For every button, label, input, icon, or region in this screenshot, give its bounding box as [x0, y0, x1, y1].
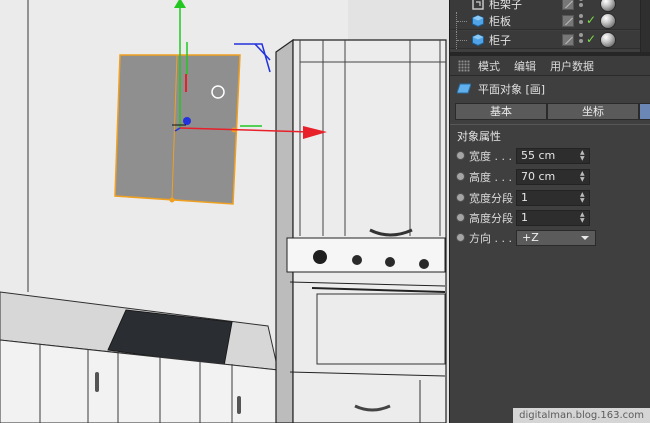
animate-radio[interactable] [456, 213, 465, 222]
display-tag-icon[interactable] [562, 0, 574, 10]
attributes-panel: 柜架子 柜板 ✓ 柜子 ✓ 模式 编辑 用户数据 平面对象 [画] 基本 坐标 … [449, 0, 650, 423]
prop-height: 高度 . . . 70 cm ▲ ▼ [450, 167, 650, 187]
tab-object[interactable] [639, 103, 650, 120]
material-tag-icon[interactable] [600, 13, 616, 29]
tab-basic[interactable]: 基本 [455, 103, 547, 120]
object-name: 柜子 [489, 34, 511, 47]
watermark: digitalman.blog.163.com [513, 408, 650, 423]
prop-width: 宽度 . . . 55 cm ▲ ▼ [450, 146, 650, 166]
height-segments-value: 1 [521, 211, 528, 224]
height-field[interactable]: 70 cm ▲ ▼ [516, 169, 590, 185]
animate-radio[interactable] [456, 233, 465, 242]
object-header: 平面对象 [画] [450, 78, 650, 100]
viewport-scene[interactable] [0, 0, 449, 423]
prop-label: 宽度分段 [469, 192, 513, 205]
3d-viewport[interactable] [0, 0, 449, 423]
spinner-icon[interactable]: ▲ ▼ [580, 150, 586, 162]
height-value: 70 cm [521, 170, 556, 183]
section-title: 对象属性 [457, 130, 501, 143]
display-tag-icon[interactable] [562, 15, 574, 27]
object-manager-scrollbar[interactable] [640, 0, 650, 52]
spinner-icon[interactable]: ▲ ▼ [580, 192, 586, 204]
chevron-down-icon [581, 236, 589, 240]
spinner-icon[interactable]: ▲ ▼ [580, 171, 586, 183]
object-name: 柜架子 [489, 0, 522, 11]
cube-icon [472, 33, 484, 47]
prop-direction: 方向 . . . +Z [450, 228, 650, 248]
plane-object-icon [456, 83, 472, 94]
object-row-guiban[interactable]: 柜板 ✓ [450, 12, 650, 30]
grip-icon[interactable] [458, 60, 470, 72]
animate-radio[interactable] [456, 172, 465, 181]
object-icon [472, 0, 484, 10]
tree-line [456, 31, 468, 49]
object-title: 平面对象 [画] [478, 83, 546, 96]
attribute-tabs: 基本 坐标 [455, 103, 650, 120]
object-row-guizi[interactable]: 柜子 ✓ [450, 31, 650, 49]
animate-radio[interactable] [456, 151, 465, 160]
menu-item-mode[interactable]: 模式 [478, 58, 500, 74]
spinner-icon[interactable]: ▲ ▼ [580, 212, 586, 224]
prop-label: 方向 . . . [469, 232, 512, 245]
direction-value: +Z [522, 231, 539, 244]
prop-label: 高度分段 [469, 212, 513, 225]
visibility-dots-icon[interactable] [579, 33, 583, 47]
cube-icon [472, 14, 484, 28]
visibility-dots-icon[interactable] [579, 14, 583, 28]
section-object-properties: 对象属性 [450, 124, 650, 144]
menu-item-user-data[interactable]: 用户数据 [550, 58, 594, 74]
animate-radio[interactable] [456, 193, 465, 202]
object-name: 柜板 [489, 15, 511, 28]
tab-coord[interactable]: 坐标 [547, 103, 639, 120]
width-field[interactable]: 55 cm ▲ ▼ [516, 148, 590, 164]
display-tag-icon[interactable] [562, 34, 574, 46]
tree-line [456, 12, 468, 30]
prop-height-segments: 高度分段 1 ▲ ▼ [450, 208, 650, 228]
width-segments-field[interactable]: 1 ▲ ▼ [516, 190, 590, 206]
prop-label: 高度 . . . [469, 171, 512, 184]
menu-item-edit[interactable]: 编辑 [514, 58, 536, 74]
material-tag-icon[interactable] [600, 0, 616, 12]
height-segments-field[interactable]: 1 ▲ ▼ [516, 210, 590, 226]
check-icon[interactable]: ✓ [586, 32, 598, 46]
material-tag-icon[interactable] [600, 32, 616, 48]
width-segments-value: 1 [521, 191, 528, 204]
direction-dropdown[interactable]: +Z [516, 230, 596, 246]
check-icon[interactable]: ✓ [586, 13, 598, 27]
visibility-dots-icon[interactable] [579, 0, 583, 11]
prop-width-segments: 宽度分段 1 ▲ ▼ [450, 188, 650, 208]
width-value: 55 cm [521, 149, 556, 162]
attributes-menu-bar: 模式 编辑 用户数据 [450, 56, 650, 76]
prop-label: 宽度 . . . [469, 150, 512, 163]
